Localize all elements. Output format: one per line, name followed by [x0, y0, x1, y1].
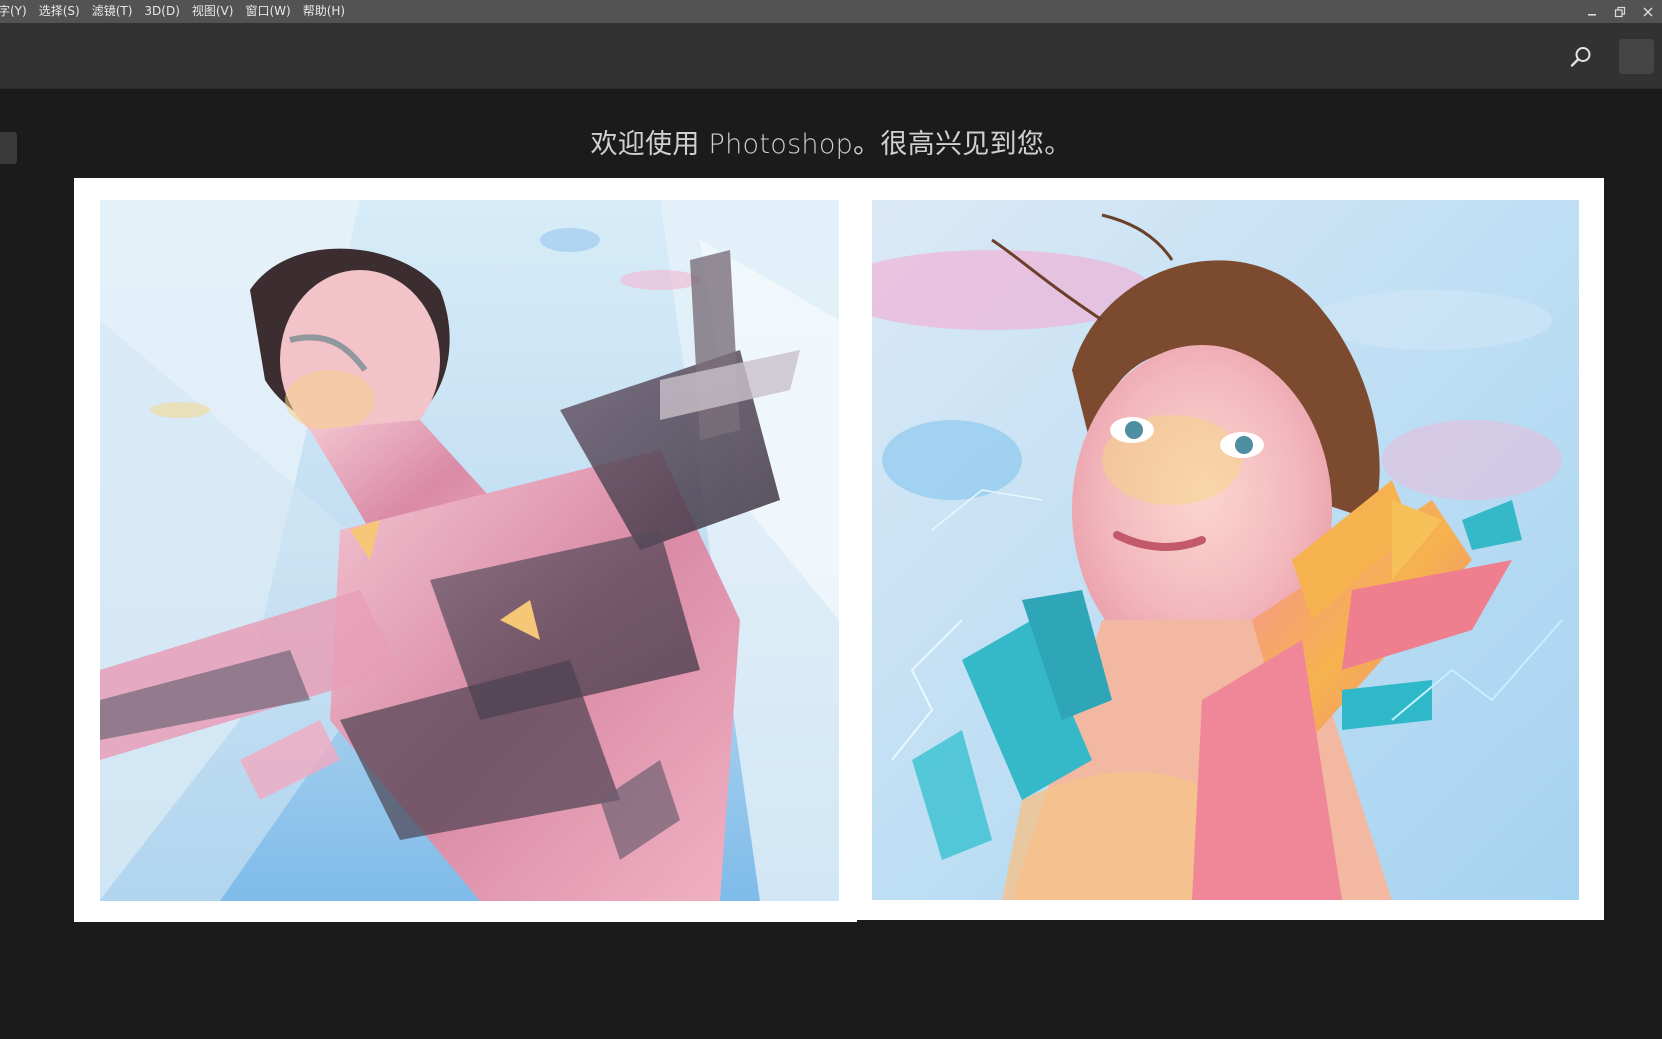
minimize-button[interactable] — [1578, 0, 1606, 23]
menu-items: 字(Y) 选择(S) 滤镜(T) 3D(D) 视图(V) 窗口(W) 帮助(H) — [0, 0, 351, 23]
menu-select[interactable]: 选择(S) — [33, 0, 86, 23]
restore-icon — [1614, 6, 1626, 17]
welcome-title: 欢迎使用 Photoshop。很高兴见到您。 — [590, 129, 1072, 160]
menu-help[interactable]: 帮助(H) — [297, 0, 351, 23]
window-controls — [1578, 0, 1662, 23]
restore-button[interactable] — [1606, 0, 1634, 23]
search-button[interactable] — [1566, 42, 1596, 72]
artwork-right-image — [872, 200, 1579, 900]
artwork-left-image — [100, 200, 839, 901]
menu-view[interactable]: 视图(V) — [186, 0, 240, 23]
menu-type[interactable]: 字(Y) — [0, 0, 33, 23]
menu-window[interactable]: 窗口(W) — [239, 0, 296, 23]
profile-button[interactable] — [1619, 39, 1654, 74]
search-icon — [1570, 47, 1591, 67]
menu-filter[interactable]: 滤镜(T) — [86, 0, 139, 23]
minimize-icon — [1588, 13, 1596, 16]
options-bar — [0, 23, 1662, 89]
showcase-card-left[interactable] — [74, 178, 857, 922]
menu-3d[interactable]: 3D(D) — [138, 0, 185, 23]
close-icon — [1643, 6, 1653, 17]
artwork-right — [872, 200, 1579, 900]
menu-bar: 字(Y) 选择(S) 滤镜(T) 3D(D) 视图(V) 窗口(W) 帮助(H) — [0, 0, 1662, 23]
close-button[interactable] — [1634, 0, 1662, 23]
showcase — [74, 178, 1604, 922]
showcase-card-right[interactable] — [856, 178, 1604, 920]
artwork-left — [100, 200, 839, 901]
